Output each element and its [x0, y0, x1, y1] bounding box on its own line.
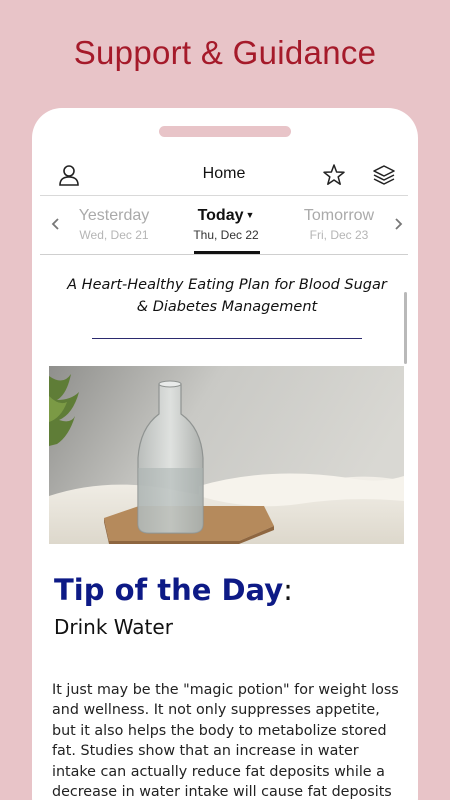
- divider: [92, 338, 362, 339]
- day-yesterday[interactable]: Yesterday Wed, Dec 21: [59, 207, 169, 242]
- day-today-date: Thu, Dec 22: [193, 228, 259, 242]
- layers-icon[interactable]: [371, 162, 397, 188]
- day-tomorrow-date: Fri, Dec 23: [309, 228, 369, 242]
- article-content[interactable]: A Heart-Healthy Eating Plan for Blood Su…: [32, 256, 418, 800]
- chevron-down-icon: ▼: [245, 210, 255, 220]
- water-carafe-image: [49, 366, 404, 544]
- day-yesterday-label: Yesterday: [78, 207, 150, 224]
- day-tomorrow-label: Tomorrow: [303, 207, 375, 224]
- scrollbar[interactable]: [404, 292, 407, 364]
- phone-frame: Home Yesterday Wed, Dec 21 Today ▼ Thu, D…: [32, 108, 418, 800]
- tip-label: Tip of the Day: [54, 573, 284, 607]
- day-today-label: Today ▼: [197, 207, 255, 224]
- selected-day-indicator: [194, 251, 260, 254]
- phone-notch: [159, 126, 291, 137]
- day-today[interactable]: Today ▼ Thu, Dec 22: [171, 207, 281, 242]
- tip-heading: Tip of the Day:: [54, 573, 293, 607]
- tip-title: Drink Water: [54, 615, 173, 639]
- page-title: Home: [202, 165, 246, 182]
- app-bar: Home: [40, 156, 408, 196]
- day-yesterday-date: Wed, Dec 21: [79, 228, 149, 242]
- tip-colon: :: [283, 573, 293, 607]
- article-body: It just may be the "magic potion" for we…: [52, 682, 399, 800]
- date-navigation: Yesterday Wed, Dec 21 Today ▼ Thu, Dec 22…: [40, 197, 408, 255]
- chevron-right-icon[interactable]: [391, 217, 405, 231]
- article-headline: A Heart-Healthy Eating Plan for Blood Su…: [67, 277, 387, 315]
- promo-title: Support & Guidance: [73, 34, 377, 71]
- star-icon[interactable]: [321, 162, 347, 188]
- day-tomorrow[interactable]: Tomorrow Fri, Dec 23: [284, 207, 394, 242]
